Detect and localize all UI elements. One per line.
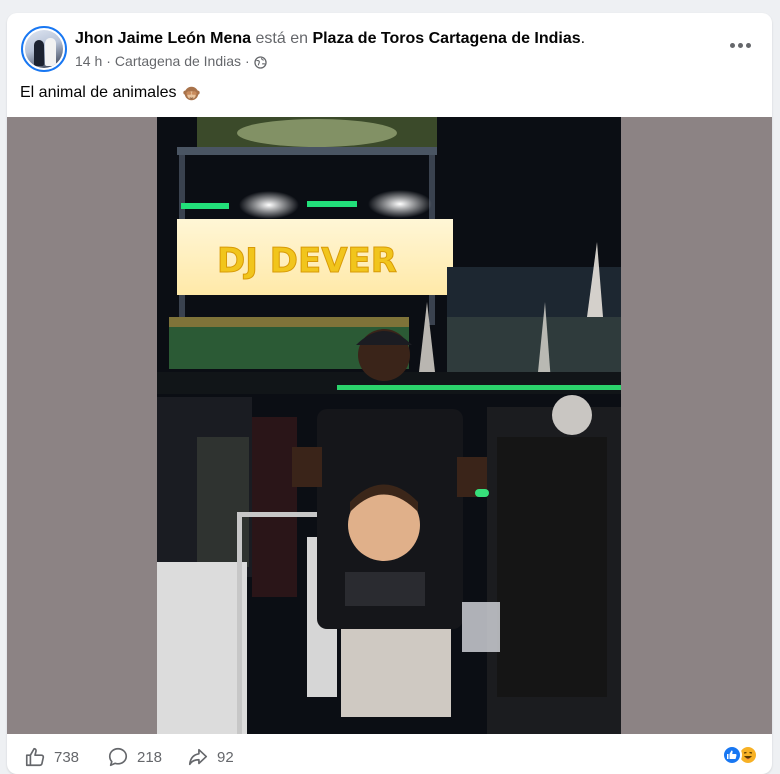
top-screen-glow bbox=[237, 119, 397, 147]
thumbs-up-icon bbox=[25, 747, 45, 767]
more-dot bbox=[745, 42, 751, 48]
post-footer: 738 218 92 bbox=[7, 734, 772, 774]
main-person-arm bbox=[292, 447, 322, 487]
post-caption: El animal de animales bbox=[20, 82, 200, 104]
main-person-shorts bbox=[341, 629, 451, 717]
like-button[interactable]: 738 bbox=[24, 746, 79, 768]
person-red bbox=[252, 417, 297, 597]
post-header: Jhon Jaime León Mena está en Plaza de To… bbox=[7, 13, 772, 73]
meta-separator: · bbox=[245, 53, 250, 69]
avatar-image bbox=[25, 30, 63, 68]
share-count: 92 bbox=[217, 748, 234, 766]
stage-light-green bbox=[181, 203, 229, 209]
author-avatar[interactable] bbox=[21, 26, 67, 72]
person-right bbox=[497, 437, 607, 697]
stage-led-strip bbox=[337, 385, 621, 390]
post-location[interactable]: Cartagena de Indias bbox=[115, 52, 241, 70]
plastic-chairs bbox=[157, 562, 247, 734]
stage-truss bbox=[177, 147, 437, 155]
avatar-figure bbox=[45, 38, 56, 66]
author-name[interactable]: Jhon Jaime León Mena bbox=[75, 30, 251, 47]
stage-dancers-heads bbox=[169, 317, 409, 327]
post-time[interactable]: 14 h bbox=[75, 52, 102, 70]
more-dot bbox=[737, 42, 743, 48]
share-button[interactable]: 92 bbox=[187, 746, 234, 768]
caption-text: El animal de animales bbox=[20, 84, 177, 101]
railing bbox=[237, 512, 317, 517]
place-link[interactable]: Plaza de Toros Cartagena de Indias bbox=[312, 30, 580, 47]
post-card: Jhon Jaime León Mena está en Plaza de To… bbox=[7, 13, 772, 774]
post-title-line: Jhon Jaime León Mena está en Plaza de To… bbox=[75, 29, 585, 49]
post-media[interactable]: DJ DEVER bbox=[7, 117, 772, 734]
more-dot bbox=[729, 42, 735, 48]
comment-button[interactable]: 218 bbox=[107, 746, 162, 768]
see-no-evil-monkey-icon bbox=[182, 85, 200, 102]
post-photo[interactable]: DJ DEVER bbox=[157, 117, 621, 734]
table-bottles bbox=[462, 602, 500, 652]
title-period: . bbox=[580, 30, 586, 47]
meta-separator: · bbox=[106, 53, 111, 69]
reaction-summary[interactable] bbox=[722, 745, 758, 765]
post-meta: 14 h · Cartagena de Indias · bbox=[75, 52, 267, 70]
railing bbox=[237, 512, 242, 734]
avatar-figure bbox=[34, 40, 44, 66]
comment-icon bbox=[108, 747, 128, 767]
like-count: 738 bbox=[54, 748, 80, 766]
globe-icon[interactable] bbox=[254, 55, 267, 69]
like-reaction-icon bbox=[722, 745, 742, 765]
stage-light bbox=[368, 190, 432, 218]
share-icon bbox=[188, 748, 208, 766]
stage-banner-text: DJ DEVER bbox=[217, 241, 397, 281]
more-options-button[interactable] bbox=[726, 35, 754, 55]
person-right-cap bbox=[552, 395, 592, 435]
comment-count: 218 bbox=[137, 748, 163, 766]
shirt-print-text bbox=[345, 572, 425, 606]
glow-wristband bbox=[475, 489, 489, 497]
stage-light bbox=[239, 191, 299, 219]
stage-light-green bbox=[307, 201, 357, 207]
connector-text: está en bbox=[255, 30, 308, 47]
